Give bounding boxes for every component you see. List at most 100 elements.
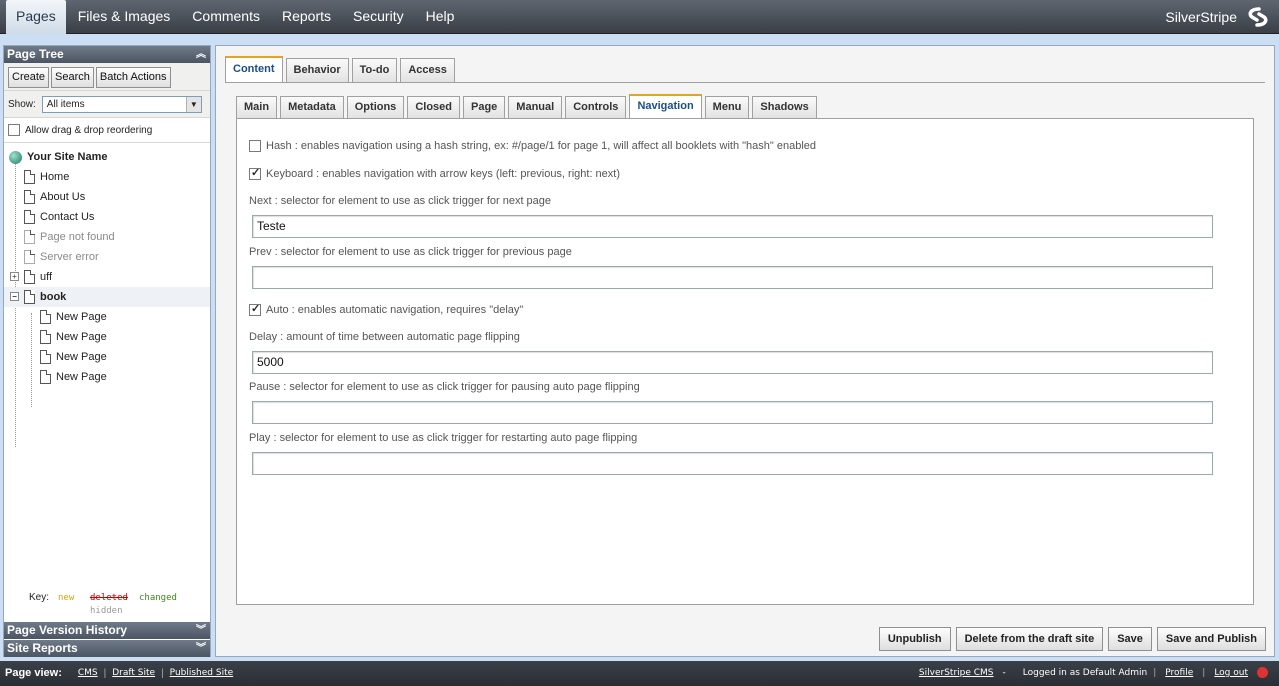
power-icon[interactable]	[1257, 667, 1268, 678]
tree-item-label: Page not found	[40, 231, 115, 243]
key-deleted: deleted	[90, 593, 128, 603]
subtab-options[interactable]: Options	[346, 96, 405, 118]
save-button[interactable]: Save	[1108, 627, 1152, 651]
tree-item-label: uff	[40, 271, 53, 283]
chevron-down-icon[interactable]: ▼	[185, 96, 201, 112]
tree-item-new-page[interactable]: New Page	[4, 347, 210, 367]
nav-files-images[interactable]: Files & Images	[68, 0, 181, 34]
tree-toolbar: Create Search Batch Actions	[4, 63, 210, 91]
tree-root[interactable]: Your Site Name	[4, 147, 210, 167]
search-button[interactable]: Search	[51, 67, 94, 88]
tab-behavior[interactable]: Behavior	[285, 58, 349, 82]
nav-comments[interactable]: Comments	[182, 0, 270, 34]
nav-security[interactable]: Security	[343, 0, 414, 34]
tab-to-do[interactable]: To-do	[351, 58, 398, 82]
tree-item-label: Home	[40, 171, 70, 183]
tree-item-server-error[interactable]: Server error	[4, 247, 210, 267]
top-navigation: Pages Files & Images Comments Reports Se…	[0, 0, 1279, 34]
tree-item-label: New Page	[56, 351, 107, 363]
brand[interactable]: SilverStripe	[1165, 0, 1271, 34]
tab-content[interactable]: Content	[225, 56, 283, 82]
tab-divider	[225, 82, 1265, 83]
keyboard-checkbox[interactable]	[249, 166, 261, 180]
tree-item-label: New Page	[56, 331, 107, 343]
tree-item-home[interactable]: Home	[4, 167, 210, 187]
show-filter: Show: All items ▼	[4, 91, 210, 118]
silverstripe-cms-link[interactable]: SilverStripe CMS	[919, 668, 994, 678]
page-icon	[40, 350, 51, 364]
page-icon	[40, 370, 51, 384]
expand-icon[interactable]: ︾	[196, 640, 206, 657]
brand-name: SilverStripe	[1165, 9, 1237, 25]
tree-item-book[interactable]: − book	[4, 287, 210, 307]
page-icon	[24, 170, 35, 184]
delete-draft-button[interactable]: Delete from the draft site	[955, 627, 1104, 651]
subtab-menu[interactable]: Menu	[704, 96, 750, 118]
footer-user-info: SilverStripe CMS - Logged in as Default …	[913, 667, 1271, 678]
navigation-form: Hash : enables navigation using a hash s…	[236, 118, 1254, 605]
draft-site-link[interactable]: Draft Site	[112, 668, 155, 678]
auto-row: Auto : enables automatic navigation, req…	[249, 302, 523, 316]
subtab-closed[interactable]: Closed	[407, 96, 460, 118]
tree-item-about-us[interactable]: About Us	[4, 187, 210, 207]
auto-checkbox[interactable]	[249, 302, 261, 316]
tree-item-label: Contact Us	[40, 211, 95, 223]
page-icon	[24, 290, 35, 304]
logged-in-text: Logged in as Default Admin	[1022, 667, 1148, 678]
delay-label: Delay : amount of time between automatic…	[249, 331, 520, 343]
published-site-link[interactable]: Published Site	[170, 668, 233, 678]
tree-item-page-not-found[interactable]: Page not found	[4, 227, 210, 247]
tree-item-label: About Us	[40, 191, 86, 203]
batch-actions-button[interactable]: Batch Actions	[95, 67, 171, 88]
sub-tabs: Main Metadata Options Closed Page Manual…	[236, 94, 820, 118]
main-tabs: Content Behavior To-do Access	[225, 56, 458, 82]
site-reports-header[interactable]: Site Reports ︾	[4, 640, 210, 657]
delay-input[interactable]: 5000	[252, 351, 1213, 374]
tab-access[interactable]: Access	[400, 58, 455, 82]
unpublish-button[interactable]: Unpublish	[878, 627, 951, 651]
collapse-node-icon[interactable]: −	[10, 292, 19, 301]
tree-item-new-page[interactable]: New Page	[4, 307, 210, 327]
hash-checkbox[interactable]	[249, 140, 261, 152]
keyboard-label: Keyboard : enables navigation with arrow…	[266, 168, 621, 180]
drag-drop-checkbox[interactable]	[8, 124, 20, 136]
cms-link[interactable]: CMS	[78, 668, 98, 678]
create-button[interactable]: Create	[8, 67, 50, 88]
page-version-history-header[interactable]: Page Version History ︾	[4, 622, 210, 639]
subtab-shadows[interactable]: Shadows	[752, 96, 817, 118]
next-input[interactable]: Teste	[252, 215, 1213, 238]
pause-input[interactable]	[252, 401, 1213, 424]
drag-drop-label: Allow drag & drop reordering	[25, 124, 153, 136]
show-select[interactable]: All items ▼	[41, 95, 202, 113]
site-reports-title: Site Reports	[7, 641, 78, 655]
tree-item-new-page[interactable]: New Page	[4, 367, 210, 387]
logout-link[interactable]: Log out	[1214, 668, 1248, 678]
key-new: new	[58, 593, 75, 603]
page-tree-header[interactable]: Page Tree ︽	[4, 46, 210, 63]
save-publish-button[interactable]: Save and Publish	[1156, 627, 1266, 651]
nav-reports[interactable]: Reports	[272, 0, 341, 34]
expand-icon[interactable]: +	[10, 272, 19, 281]
key-changed: changed	[139, 593, 177, 603]
page-version-history-title: Page Version History	[7, 623, 128, 637]
page-icon	[24, 250, 35, 264]
subtab-metadata[interactable]: Metadata	[280, 96, 344, 118]
subtab-manual[interactable]: Manual	[508, 96, 563, 118]
globe-icon	[9, 150, 22, 164]
subtab-controls[interactable]: Controls	[565, 96, 627, 118]
prev-input[interactable]	[252, 266, 1213, 289]
nav-help[interactable]: Help	[416, 0, 465, 34]
expand-icon[interactable]: ︾	[196, 622, 206, 639]
profile-link[interactable]: Profile	[1165, 668, 1193, 678]
subtab-page[interactable]: Page	[463, 96, 506, 118]
collapse-icon[interactable]: ︽	[196, 46, 206, 63]
tree-item-uff[interactable]: + uff	[4, 267, 210, 287]
play-input[interactable]	[252, 452, 1213, 475]
subtab-main[interactable]: Main	[236, 96, 278, 118]
tree-item-new-page[interactable]: New Page	[4, 327, 210, 347]
footer: Page view: CMS | Draft Site | Published …	[0, 661, 1279, 686]
subtab-navigation[interactable]: Navigation	[629, 94, 702, 118]
page-view-label: Page view:	[5, 667, 62, 679]
tree-item-contact-us[interactable]: Contact Us	[4, 207, 210, 227]
nav-pages[interactable]: Pages	[6, 0, 66, 34]
